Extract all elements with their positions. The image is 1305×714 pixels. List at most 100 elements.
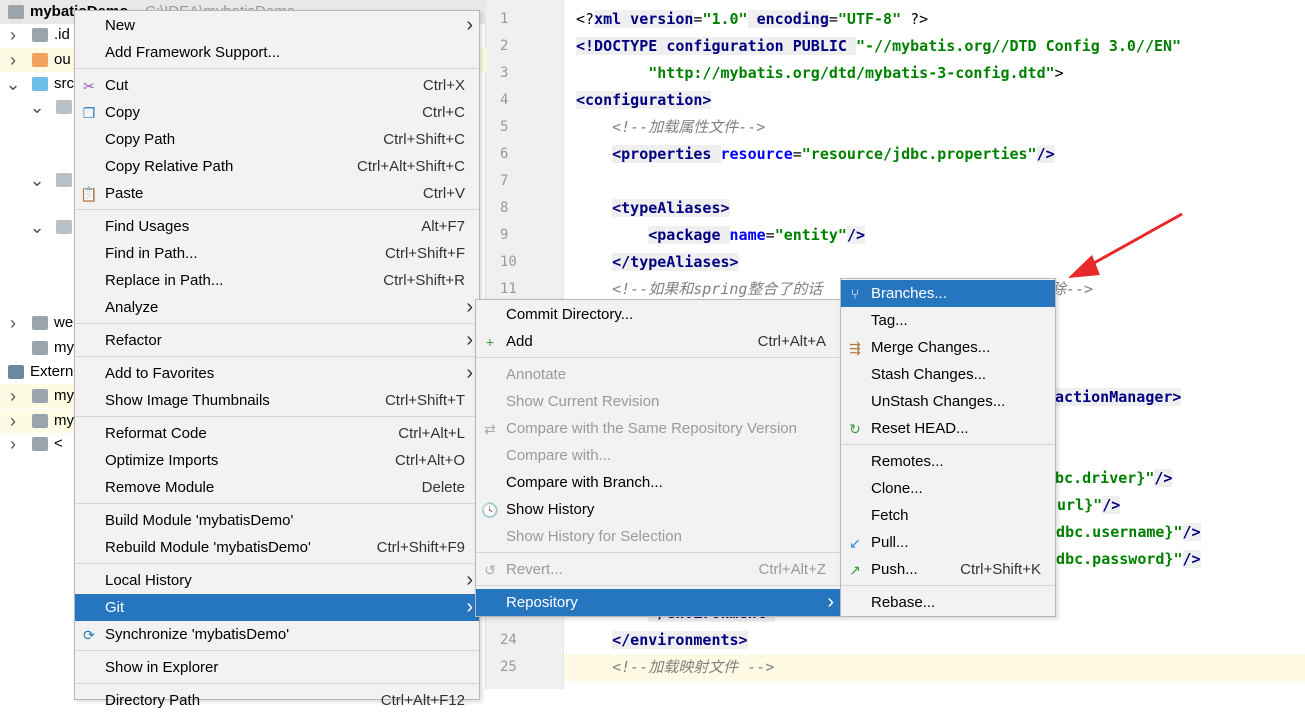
menu-item-label: Find in Path... xyxy=(105,245,198,262)
menu-item-copy-relative-path[interactable]: Copy Relative Path Ctrl+Alt+Shift+C xyxy=(75,153,479,180)
menu-item-show-image-thumbnails[interactable]: Show Image Thumbnails Ctrl+Shift+T xyxy=(75,387,479,414)
menu-item-reset-head[interactable]: ↻ Reset HEAD... xyxy=(841,415,1055,442)
submenu-arrow-icon: › xyxy=(466,296,473,318)
menu-item-label: Annotate xyxy=(506,366,567,383)
menu-item-add-to-favorites[interactable]: Add to Favorites › xyxy=(75,360,479,387)
menu-item-label: Copy xyxy=(105,104,141,121)
arrow-shaft xyxy=(1084,212,1183,270)
menu-item-label: Push... xyxy=(871,561,918,578)
menu-item-rebase[interactable]: Rebase... xyxy=(841,589,1055,616)
menu-item-label: Tag... xyxy=(871,312,908,329)
menu-item-label: Commit Directory... xyxy=(506,306,634,323)
menu-item-directory-path[interactable]: Directory Path Ctrl+Alt+F12 xyxy=(75,687,479,714)
menu-item-label: Show History for Selection xyxy=(506,528,682,545)
menu-item-unstash-changes[interactable]: UnStash Changes... xyxy=(841,388,1055,415)
menu-item-shortcut: Ctrl+Alt+A xyxy=(757,333,826,350)
menu-item-shortcut: Ctrl+V xyxy=(422,185,465,202)
menu-item-show-history-for-selection[interactable]: Show History for Selection xyxy=(476,523,840,550)
menu-item-label: Copy Relative Path xyxy=(105,158,234,175)
menu-item-refactor[interactable]: Refactor › xyxy=(75,327,479,354)
menu-item-repository[interactable]: Repository › xyxy=(476,589,840,616)
menu-item-shortcut: Ctrl+Alt+L xyxy=(398,425,465,442)
menu-item-add-framework-support[interactable]: Add Framework Support... xyxy=(75,39,479,66)
menu-item-copy[interactable]: ❐ Copy Ctrl+C xyxy=(75,99,479,126)
arrow-head xyxy=(1068,255,1100,278)
menu-item-stash-changes[interactable]: Stash Changes... xyxy=(841,361,1055,388)
pull-icon: ↙ xyxy=(849,535,861,551)
menu-item-analyze[interactable]: Analyze › xyxy=(75,294,479,321)
scissors-icon: ✂ xyxy=(83,78,95,94)
menu-item-label: Cut xyxy=(105,77,129,94)
menu-item-shortcut: Delete xyxy=(421,479,465,496)
menu-item-shortcut: Ctrl+Alt+Shift+C xyxy=(357,158,465,175)
menu-item-label: Copy Path xyxy=(105,131,176,148)
menu-item-label: Compare with... xyxy=(506,447,612,464)
menu-item-label: Add to Favorites xyxy=(105,365,215,382)
menu-item-show-current-revision[interactable]: Show Current Revision xyxy=(476,388,840,415)
menu-item-build-module-mybatisdemo[interactable]: Build Module 'mybatisDemo' xyxy=(75,507,479,534)
menu-item-label: Paste xyxy=(105,185,144,202)
revert-icon: ↺ xyxy=(484,562,496,578)
merge-icon: ⇶ xyxy=(849,340,861,356)
menu-item-label: Show Current Revision xyxy=(506,393,660,410)
menu-item-rebuild-module-mybatisdemo[interactable]: Rebuild Module 'mybatisDemo' Ctrl+Shift+F… xyxy=(75,534,479,561)
menu-item-copy-path[interactable]: Copy Path Ctrl+Shift+C xyxy=(75,126,479,153)
submenu-arrow-icon: › xyxy=(466,14,473,36)
menu-item-remove-module[interactable]: Remove Module Delete xyxy=(75,474,479,501)
menu-item-replace-in-path[interactable]: Replace in Path... Ctrl+Shift+R xyxy=(75,267,479,294)
menu-item-label: UnStash Changes... xyxy=(871,393,1006,410)
menu-item-commit-directory[interactable]: Commit Directory... xyxy=(476,301,840,328)
menu-item-find-usages[interactable]: Find Usages Alt+F7 xyxy=(75,213,479,240)
menu-item-label: Show Image Thumbnails xyxy=(105,392,270,409)
menu-item-shortcut: Ctrl+Shift+K xyxy=(960,561,1041,578)
menu-item-show-history[interactable]: 🕓 Show History xyxy=(476,496,840,523)
menu-item-compare-with-the-same-repository-version[interactable]: ⇄ Compare with the Same Repository Versio… xyxy=(476,415,840,442)
menu-item-label: Reset HEAD... xyxy=(871,420,969,437)
menu-item-label: Rebuild Module 'mybatisDemo' xyxy=(105,539,311,556)
submenu-arrow-icon: › xyxy=(827,591,834,613)
menu-item-annotate[interactable]: Annotate xyxy=(476,361,840,388)
menu-item-label: Git xyxy=(105,599,125,616)
menu-item-label: Repository xyxy=(506,594,578,611)
menu-item-add[interactable]: + Add Ctrl+Alt+A xyxy=(476,328,840,355)
compare-icon: ⇄ xyxy=(484,421,496,437)
menu-item-find-in-path[interactable]: Find in Path... Ctrl+Shift+F xyxy=(75,240,479,267)
menu-item-shortcut: Ctrl+Shift+C xyxy=(383,131,465,148)
menu-item-clone[interactable]: Clone... xyxy=(841,475,1055,502)
menu-item-label: Optimize Imports xyxy=(105,452,219,469)
menu-item-compare-with[interactable]: Compare with... xyxy=(476,442,840,469)
menu-item-paste[interactable]: 📋 Paste Ctrl+V xyxy=(75,180,479,207)
menu-item-git[interactable]: Git › xyxy=(75,594,479,621)
menu-item-cut[interactable]: ✂ Cut Ctrl+X xyxy=(75,72,479,99)
menu-item-merge-changes[interactable]: ⇶ Merge Changes... xyxy=(841,334,1055,361)
menu-item-show-in-explorer[interactable]: Show in Explorer xyxy=(75,654,479,681)
menu-item-label: New xyxy=(105,17,136,34)
menu-item-push[interactable]: ↗ Push... Ctrl+Shift+K xyxy=(841,556,1055,583)
menu-item-fetch[interactable]: Fetch xyxy=(841,502,1055,529)
menu-item-remotes[interactable]: Remotes... xyxy=(841,448,1055,475)
submenu-arrow-icon: › xyxy=(466,362,473,384)
menu-item-tag[interactable]: Tag... xyxy=(841,307,1055,334)
menu-item-label: Branches... xyxy=(871,285,947,302)
submenu-arrow-icon: › xyxy=(466,596,473,618)
menu-item-local-history[interactable]: Local History › xyxy=(75,567,479,594)
submenu-arrow-icon: › xyxy=(466,329,473,351)
menu-item-shortcut: Ctrl+C xyxy=(422,104,465,121)
menu-item-revert[interactable]: ↺ Revert... Ctrl+Alt+Z xyxy=(476,556,840,583)
menu-item-optimize-imports[interactable]: Optimize Imports Ctrl+Alt+O xyxy=(75,447,479,474)
menu-item-branches[interactable]: ⑂ Branches... xyxy=(841,280,1055,307)
menu-item-label: Remove Module xyxy=(105,479,215,496)
menu-item-reformat-code[interactable]: Reformat Code Ctrl+Alt+L xyxy=(75,420,479,447)
menu-item-label: Clone... xyxy=(871,480,923,497)
menu-item-new[interactable]: New › xyxy=(75,12,479,39)
menu-item-synchronize-mybatisdemo[interactable]: ⟳ Synchronize 'mybatisDemo' xyxy=(75,621,479,648)
menu-item-label: Find Usages xyxy=(105,218,190,235)
menu-item-pull[interactable]: ↙ Pull... xyxy=(841,529,1055,556)
menu-item-shortcut: Ctrl+Shift+T xyxy=(384,392,465,409)
menu-item-label: Refactor xyxy=(105,332,162,349)
menu-item-label: Compare with the Same Repository Version xyxy=(506,420,797,437)
repository-submenu: ⑂ Branches... Tag... ⇶ Merge Changes... Stash… xyxy=(840,278,1056,617)
menu-item-compare-with-branch[interactable]: Compare with Branch... xyxy=(476,469,840,496)
menu-item-shortcut: Ctrl+Shift+F xyxy=(384,245,465,262)
paste-icon: 📋 xyxy=(80,186,98,202)
